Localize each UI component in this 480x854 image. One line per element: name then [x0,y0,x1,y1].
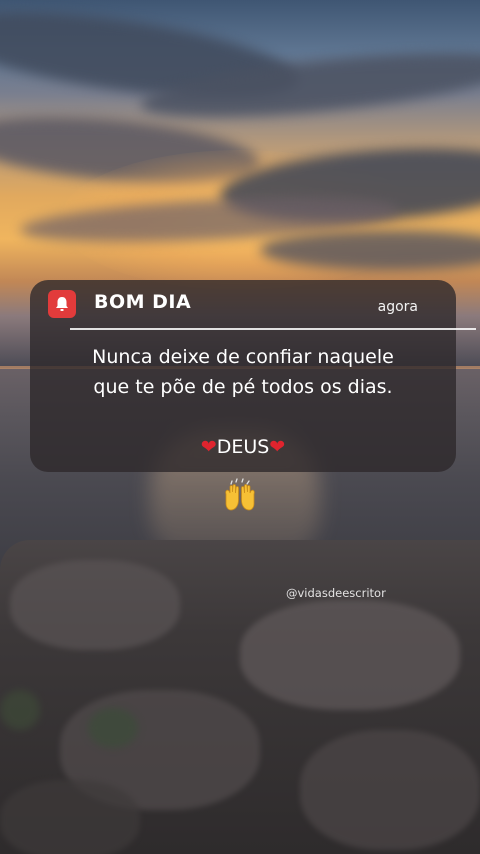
heart-icon: ❤ [269,436,286,458]
notification-time: agora [377,299,418,315]
divider [70,328,476,330]
signature-text: DEUS [216,436,270,458]
rock [10,560,180,650]
watermark: @vidasdeescritor [286,586,386,600]
message-line: Nunca deixe de confiar naquele [92,346,394,368]
notification-message: Nunca deixe de confiar naquele que te põ… [30,342,456,402]
bell-icon [48,290,76,318]
notification-card[interactable]: BOM DIA agora Nunca deixe de confiar naq… [30,280,476,472]
notification-signature: ❤DEUS❤ [30,436,456,458]
rock [240,600,460,710]
notification-header: BOM DIA agora [30,280,456,330]
moss [0,690,40,730]
moss [88,708,138,748]
raising-hands-icon [222,478,258,512]
rock [0,780,140,854]
rock [300,730,480,850]
heart-icon: ❤ [200,436,217,458]
background-photo: BOM DIA agora Nunca deixe de confiar naq… [0,0,480,854]
message-line: que te põe de pé todos os dias. [93,376,393,398]
notification-title: BOM DIA [94,291,192,313]
